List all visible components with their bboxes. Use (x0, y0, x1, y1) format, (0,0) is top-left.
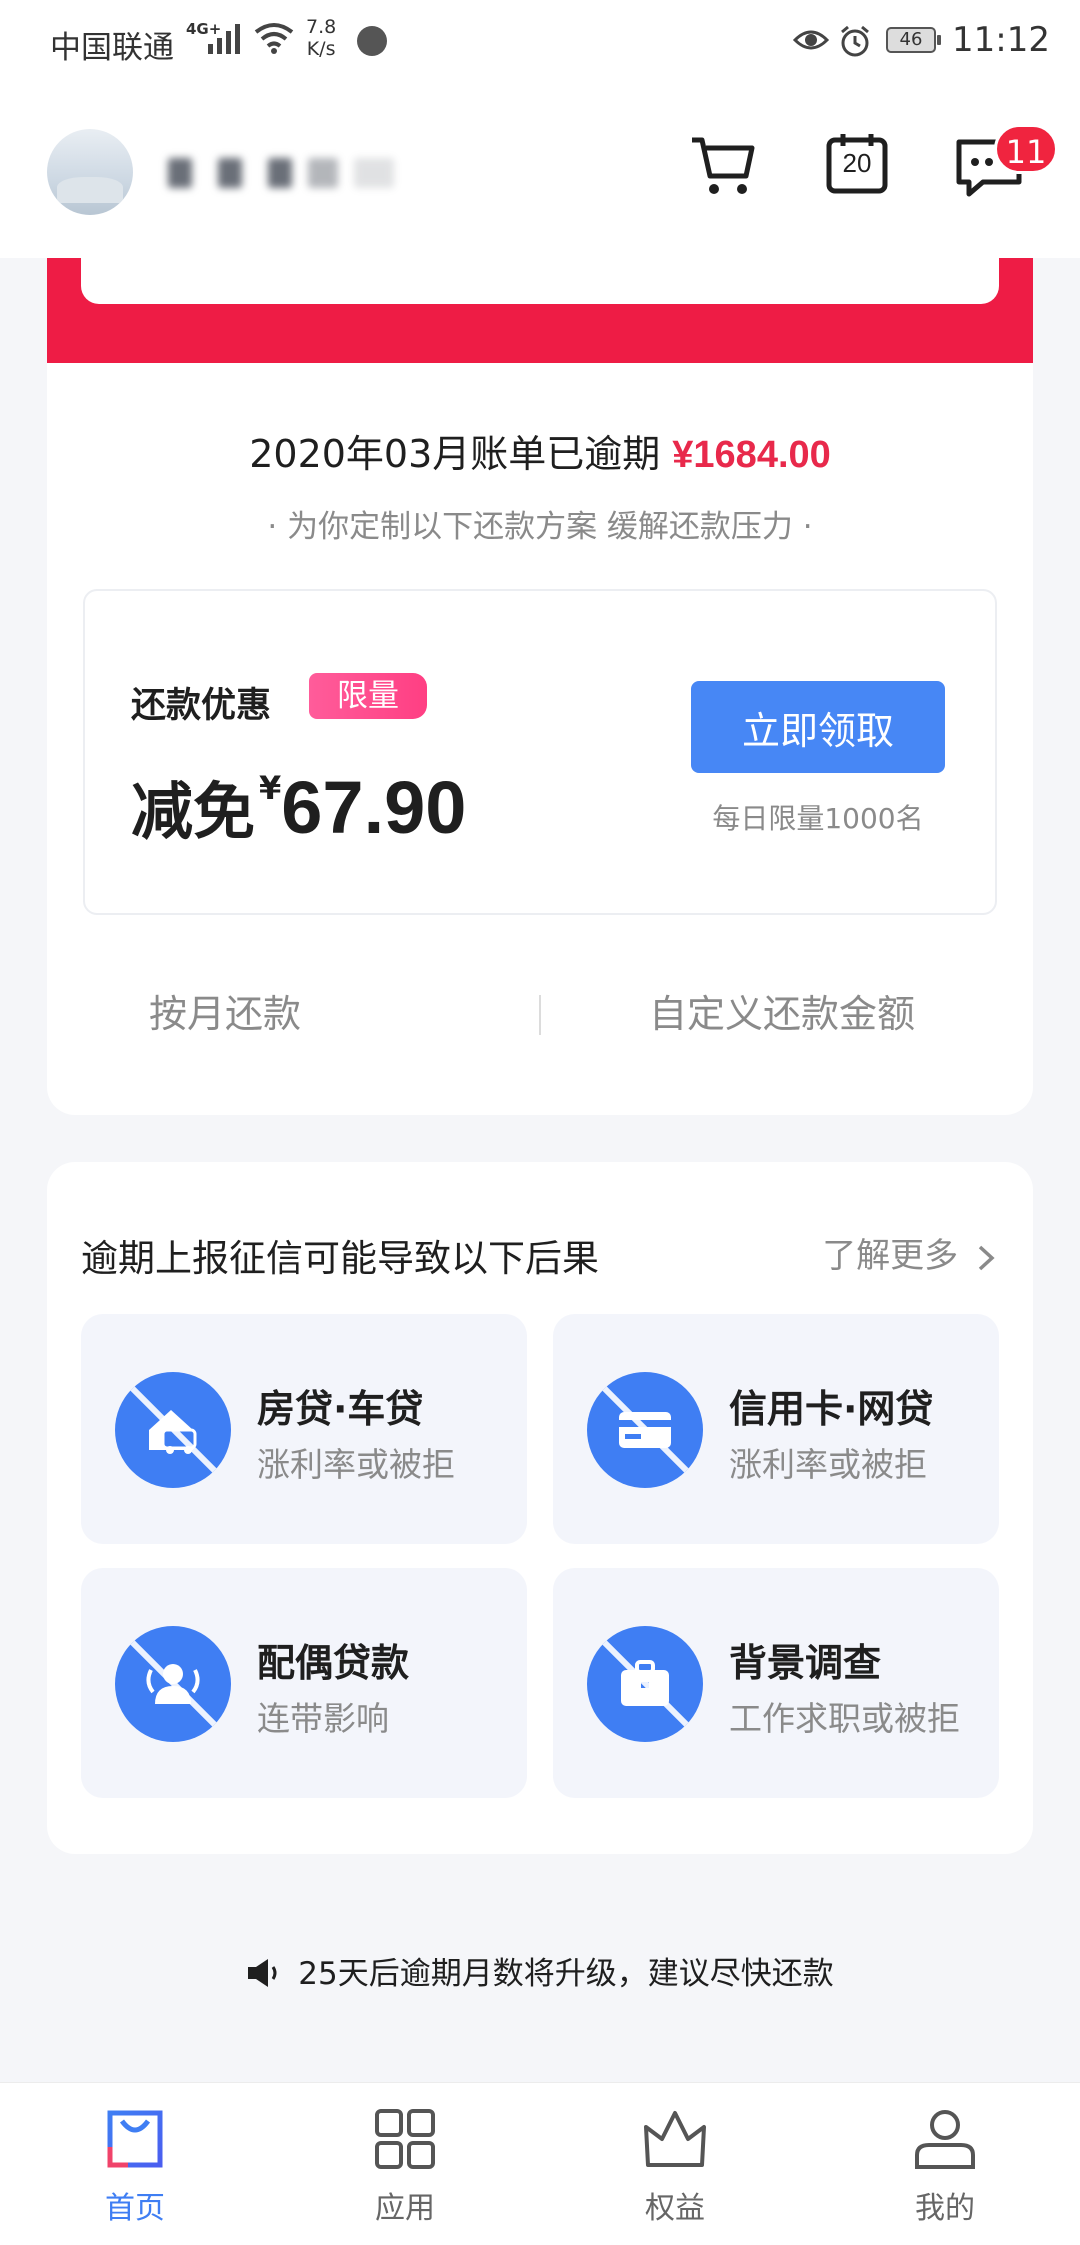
speed-value: 7.8 (306, 16, 337, 38)
briefcase-icon (587, 1626, 703, 1742)
bill-status-text: 2020年03月账单已逾期 (249, 432, 661, 476)
calendar-day: 20 (842, 148, 872, 178)
option-divider (539, 995, 541, 1035)
bill-status: 2020年03月账单已逾期 ¥1684.00 (47, 423, 1033, 478)
bottom-nav: 首页 应用 权益 我的 (0, 2082, 1080, 2245)
nav-label: 权益 (645, 2191, 705, 2226)
nav-label: 我的 (915, 2191, 975, 2226)
nav-apps[interactable]: 应用 (305, 2107, 505, 2227)
status-bar: 中国联通 4G+ 7.8 K/s 46 11:12 (0, 0, 1080, 86)
network-speed: 7.8 K/s (306, 16, 336, 60)
tile-title: 配偶贷款 (257, 1641, 410, 1685)
notice-text: 25天后逾期月数将升级，建议尽快还款 (298, 1956, 834, 1992)
learn-more-label: 了解更多 (822, 1236, 959, 1276)
consequences-card: 逾期上报征信可能导致以下后果 了解更多 房贷·车贷 涨利率或被拒 信用卡·网贷 … (47, 1162, 1033, 1854)
speed-unit: K/s (306, 38, 336, 60)
crown-icon (644, 2111, 706, 2167)
consequence-tile-background[interactable]: 背景调查 工作求职或被拒 (553, 1568, 999, 1798)
consequence-tile-credit[interactable]: 信用卡·网贷 涨利率或被拒 (553, 1314, 999, 1544)
tile-subtitle: 涨利率或被拒 (729, 1445, 927, 1484)
tile-subtitle: 涨利率或被拒 (257, 1445, 455, 1484)
banner-card-bottom (81, 258, 999, 304)
wifi-icon (254, 23, 294, 54)
overdue-amount: ¥1684.00 (672, 434, 831, 476)
tile-title: 房贷·车贷 (257, 1387, 424, 1431)
username-blurred (158, 148, 428, 198)
cart-icon[interactable] (690, 134, 756, 198)
bill-subtitle: · 为你定制以下还款方案 缓解还款压力 · (267, 509, 813, 545)
speaker-icon (248, 1958, 277, 1987)
promo-label: 还款优惠 (131, 686, 272, 726)
daily-limit-note: 每日限量1000名 (712, 802, 924, 835)
claim-now-button[interactable]: 立即领取 (691, 681, 945, 773)
nav-label: 首页 (105, 2191, 165, 2226)
discount-amount: 减免 ¥67.90 (131, 761, 466, 851)
home-bag-icon (107, 2110, 163, 2168)
repayment-discount-card: 还款优惠 限量 减免 ¥67.90 立即领取 每日限量1000名 (83, 589, 997, 915)
app-header: 20 11 (0, 86, 1080, 258)
repayment-options: 按月还款 自定义还款金额 (47, 983, 1033, 1043)
eye-comfort-icon (793, 30, 829, 50)
nav-mine[interactable]: 我的 (845, 2107, 1045, 2227)
spouse-icon (115, 1626, 231, 1742)
chevron-right-icon (978, 1245, 995, 1270)
consequences-title: 逾期上报征信可能导致以下后果 (81, 1237, 599, 1280)
nav-label: 应用 (375, 2191, 435, 2226)
signal-icon (208, 24, 240, 54)
overdue-banner (47, 258, 1033, 363)
upgrade-notice: 25天后逾期月数将升级，建议尽快还款 (0, 1948, 1080, 1993)
nav-home[interactable]: 首页 (35, 2107, 235, 2227)
currency-symbol: ¥ (259, 769, 282, 807)
tile-subtitle: 工作求职或被拒 (729, 1699, 960, 1738)
house-car-icon (115, 1372, 231, 1488)
clock: 11:12 (952, 20, 1050, 60)
learn-more-link[interactable]: 了解更多 (822, 1228, 995, 1277)
monthly-repay-option[interactable]: 按月还款 (149, 983, 301, 1038)
consequence-tile-spouse[interactable]: 配偶贷款 连带影响 (81, 1568, 527, 1798)
apps-grid-icon (375, 2109, 435, 2169)
credit-card-icon (587, 1372, 703, 1488)
tile-title: 背景调查 (729, 1641, 882, 1685)
consequence-tile-mortgage[interactable]: 房贷·车贷 涨利率或被拒 (81, 1314, 527, 1544)
nav-benefits[interactable]: 权益 (575, 2107, 775, 2227)
voice-icon (357, 26, 387, 56)
discount-value: 67.90 (281, 766, 467, 849)
carrier-name: 中国联通 (50, 30, 174, 66)
battery-indicator: 46 (886, 27, 941, 53)
tile-title: 信用卡·网贷 (729, 1387, 934, 1431)
calendar-icon[interactable]: 20 (826, 132, 888, 194)
profile-icon (915, 2110, 975, 2169)
avatar[interactable] (47, 129, 133, 215)
bill-card: 2020年03月账单已逾期 ¥1684.00 · 为你定制以下还款方案 缓解还款压… (47, 363, 1033, 1115)
notification-badge: 11 (994, 124, 1058, 174)
discount-prefix: 减免 (131, 775, 256, 848)
limited-tag: 限量 (309, 673, 427, 719)
alarm-icon (841, 25, 869, 57)
tile-subtitle: 连带影响 (257, 1699, 389, 1738)
custom-amount-option[interactable]: 自定义还款金额 (649, 983, 915, 1038)
